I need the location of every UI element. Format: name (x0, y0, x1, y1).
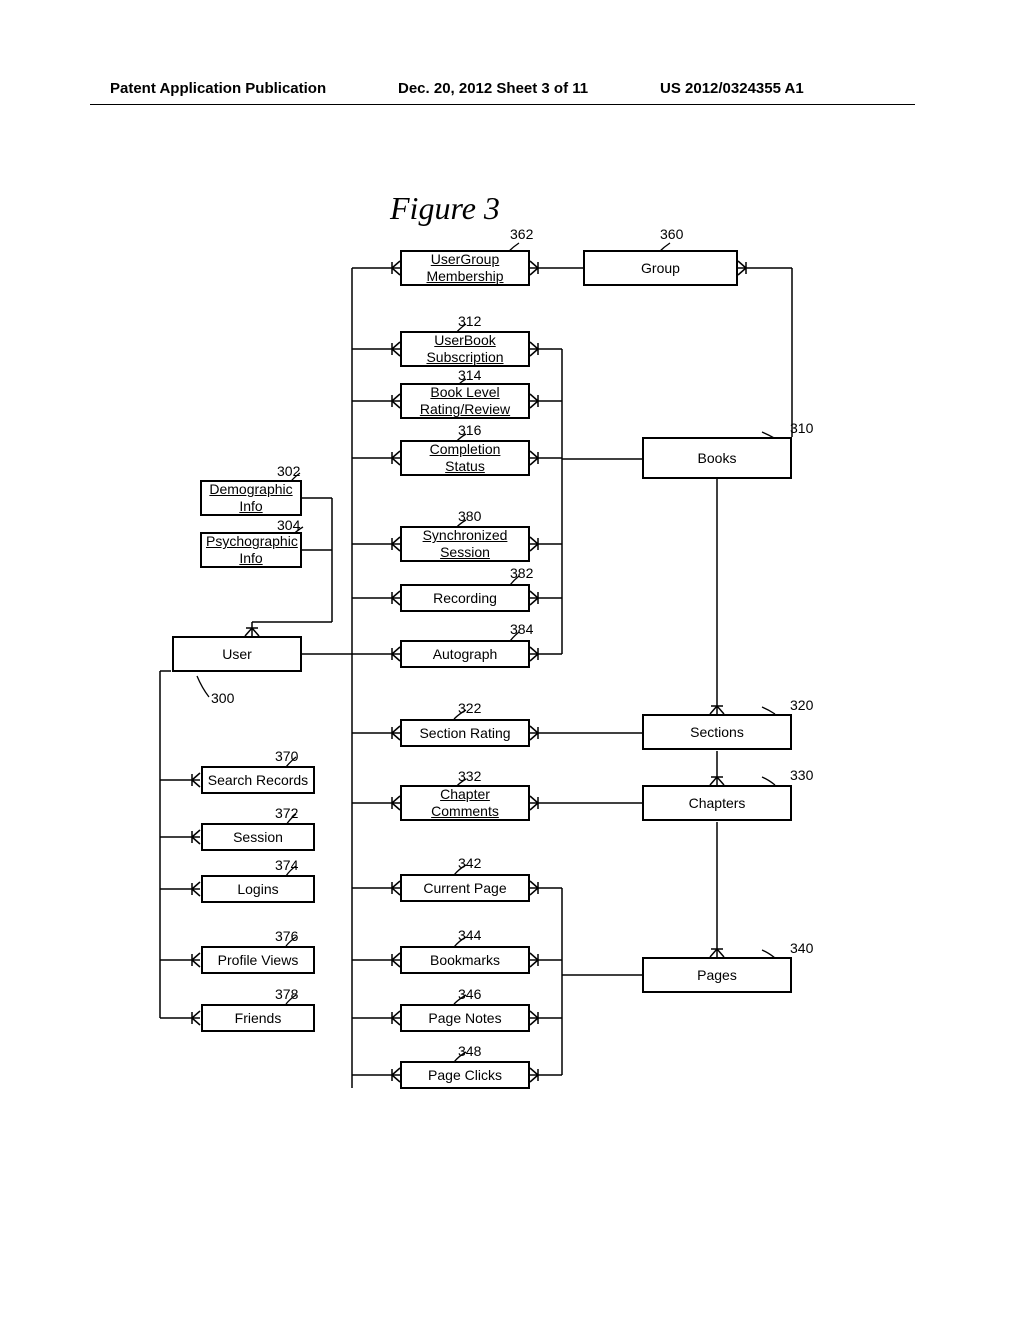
box-section-rating: Section Rating (400, 719, 530, 747)
box-sync-session: Synchronized Session (400, 526, 530, 562)
refnum-312: 312 (458, 313, 481, 329)
refnum-330: 330 (790, 767, 813, 783)
text: Page Notes (406, 1010, 524, 1027)
box-usergroup-membership: UserGroup Membership (400, 250, 530, 286)
refnum-370: 370 (275, 748, 298, 764)
text: Session (207, 829, 309, 846)
text: Recording (406, 590, 524, 607)
text: Completion (406, 441, 524, 458)
box-current-page: Current Page (400, 874, 530, 902)
refnum-374: 374 (275, 857, 298, 873)
text: Current Page (406, 880, 524, 897)
refnum-348: 348 (458, 1043, 481, 1059)
box-profile-views: Profile Views (201, 946, 315, 974)
box-session: Session (201, 823, 315, 851)
box-sections: Sections (642, 714, 792, 750)
text: Info (206, 498, 296, 515)
text: Chapters (648, 795, 786, 812)
box-books: Books (642, 437, 792, 479)
text: Comments (406, 803, 524, 820)
text: Group (589, 260, 732, 277)
text: Status (406, 458, 524, 475)
box-chapters: Chapters (642, 785, 792, 821)
refnum-382: 382 (510, 565, 533, 581)
refnum-340: 340 (790, 940, 813, 956)
text: Pages (648, 967, 786, 984)
box-user: User (172, 636, 302, 672)
refnum-344: 344 (458, 927, 481, 943)
box-completion-status: Completion Status (400, 440, 530, 476)
refnum-376: 376 (275, 928, 298, 944)
text: Psychographic (206, 533, 296, 550)
diagram-canvas: User Demographic Info Psychographic Info… (0, 0, 1024, 1320)
box-page-notes: Page Notes (400, 1004, 530, 1032)
text: Search Records (207, 772, 309, 789)
refnum-304: 304 (277, 517, 300, 533)
refnum-360: 360 (660, 226, 683, 242)
box-demographic-info: Demographic Info (200, 480, 302, 516)
text-user: User (178, 646, 296, 663)
text: Synchronized (406, 527, 524, 544)
box-search-records: Search Records (201, 766, 315, 794)
refnum-342: 342 (458, 855, 481, 871)
box-page-clicks: Page Clicks (400, 1061, 530, 1089)
text: Section Rating (406, 725, 524, 742)
text: Membership (406, 268, 524, 285)
refnum-346: 346 (458, 986, 481, 1002)
text: Page Clicks (406, 1067, 524, 1084)
refnum-302: 302 (277, 463, 300, 479)
refnum-332: 332 (458, 768, 481, 784)
box-pages: Pages (642, 957, 792, 993)
refnum-314: 314 (458, 367, 481, 383)
refnum-378: 378 (275, 986, 298, 1002)
box-group: Group (583, 250, 738, 286)
box-bookmarks: Bookmarks (400, 946, 530, 974)
text: Book Level (406, 384, 524, 401)
box-logins: Logins (201, 875, 315, 903)
box-recording: Recording (400, 584, 530, 612)
text: Profile Views (207, 952, 309, 969)
refnum-310: 310 (790, 420, 813, 436)
refnum-322: 322 (458, 700, 481, 716)
text: Sections (648, 724, 786, 741)
refnum-384: 384 (510, 621, 533, 637)
box-chapter-comments: Chapter Comments (400, 785, 530, 821)
box-book-level-rating: Book Level Rating/Review (400, 383, 530, 419)
text: Session (406, 544, 524, 561)
text: Rating/Review (406, 401, 524, 418)
text: Logins (207, 881, 309, 898)
refnum-300: 300 (211, 690, 234, 706)
text: Books (648, 450, 786, 467)
refnum-316: 316 (458, 422, 481, 438)
refnum-372: 372 (275, 805, 298, 821)
text: Info (206, 550, 296, 567)
text: Friends (207, 1010, 309, 1027)
box-psychographic-info: Psychographic Info (200, 532, 302, 568)
text: Demographic (206, 481, 296, 498)
text: UserBook (406, 332, 524, 349)
text: Chapter (406, 786, 524, 803)
refnum-362: 362 (510, 226, 533, 242)
box-autograph: Autograph (400, 640, 530, 668)
box-userbook-subscription: UserBook Subscription (400, 331, 530, 367)
box-friends: Friends (201, 1004, 315, 1032)
refnum-320: 320 (790, 697, 813, 713)
text: Autograph (406, 646, 524, 663)
text: Subscription (406, 349, 524, 366)
text: UserGroup (406, 251, 524, 268)
text: Bookmarks (406, 952, 524, 969)
refnum-380: 380 (458, 508, 481, 524)
